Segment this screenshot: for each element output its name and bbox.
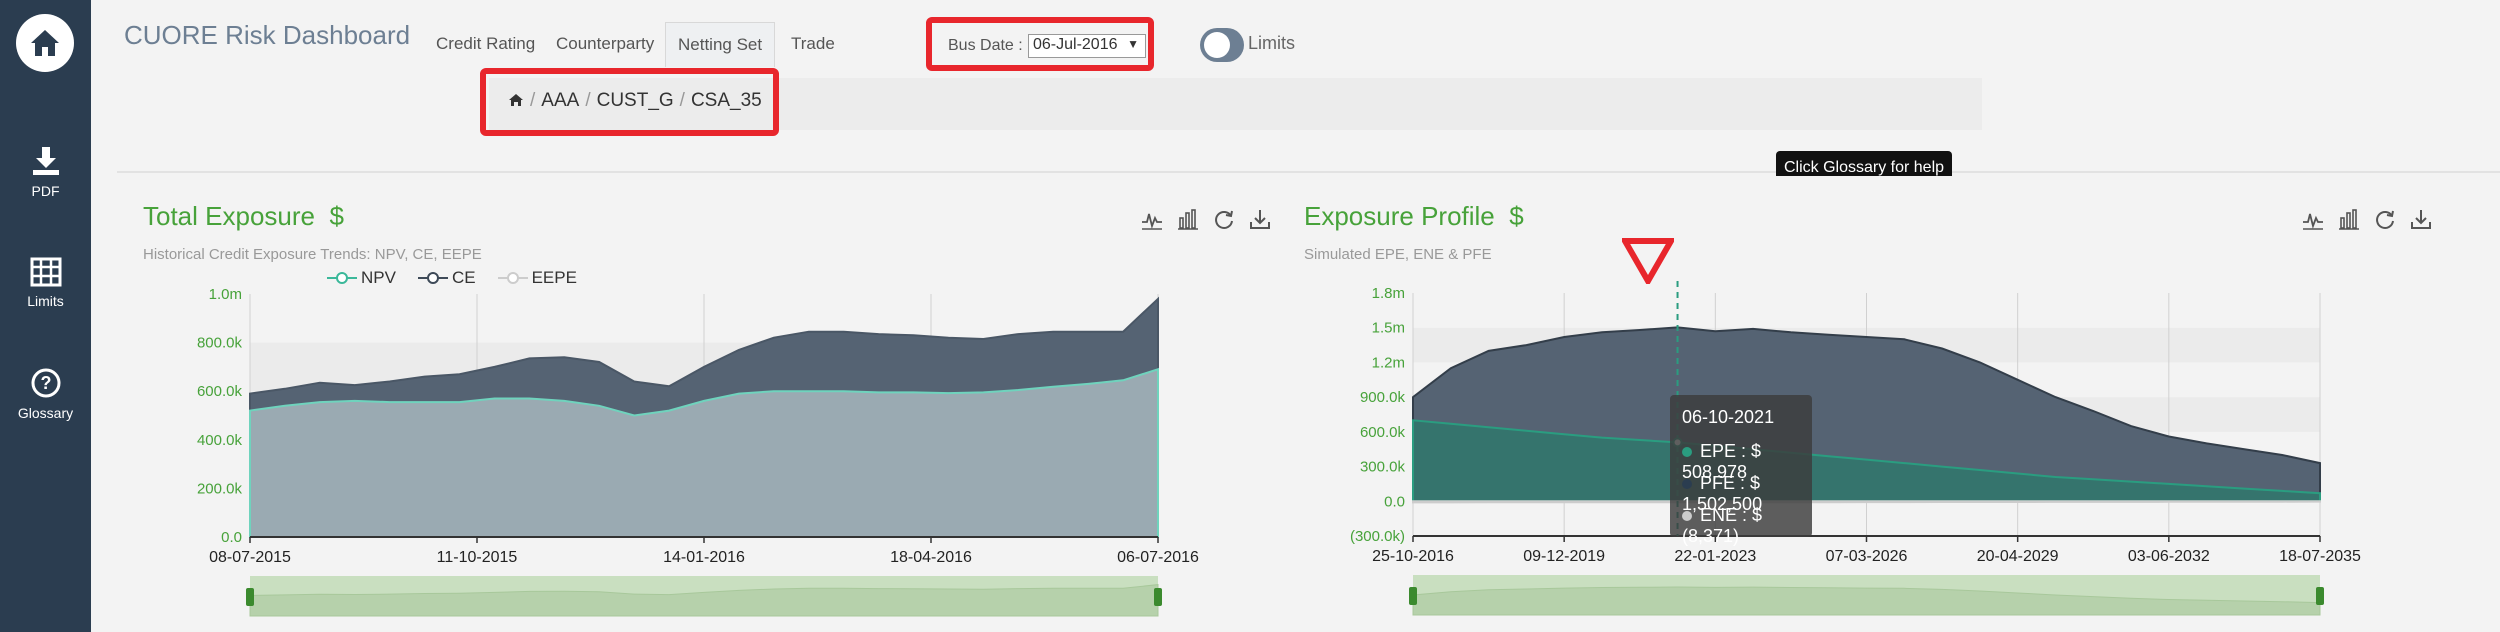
header-divider bbox=[117, 171, 2500, 173]
x-tick-label: 14-01-2016 bbox=[663, 549, 745, 566]
navigator-handle bbox=[1154, 588, 1162, 606]
x-tick-label: 09-12-2019 bbox=[1523, 548, 1605, 565]
y-tick-label: 600.0k bbox=[197, 383, 243, 400]
breadcrumb-item[interactable]: AAA bbox=[541, 90, 579, 111]
busdate-label: Bus Date : bbox=[948, 37, 1023, 54]
sidebar-item-limits[interactable]: Limits bbox=[0, 257, 91, 309]
y-tick-label: 300.0k bbox=[1360, 459, 1406, 476]
y-tick-label: 400.0k bbox=[197, 432, 243, 449]
x-tick-label: 08-07-2015 bbox=[209, 549, 291, 566]
y-tick-label: (300.0k) bbox=[1350, 528, 1405, 545]
x-tick-label: 03-06-2032 bbox=[2128, 548, 2210, 565]
data-tooltip: 06-10-2021 EPE : $ 508,978 PFE : $ 1,502… bbox=[1670, 395, 1812, 546]
busdate-value: 06-Jul-2016 bbox=[1033, 36, 1118, 53]
y-tick-label: 600.0k bbox=[1360, 424, 1406, 441]
y-tick-label: 800.0k bbox=[197, 335, 243, 352]
sidebar-item-label: PDF bbox=[31, 183, 60, 199]
breadcrumb: / AAA / CUST_G / CSA_35 bbox=[508, 90, 762, 112]
total-exposure-chart: 0.0 200.0k 400.0k 600.0k 800.0k 1.0m 08-07-201… bbox=[197, 286, 1199, 617]
sidebar-item-glossary[interactable]: ? Glossary bbox=[0, 367, 91, 421]
sidebar-item-label: Glossary bbox=[17, 405, 74, 421]
home-button[interactable] bbox=[16, 14, 74, 72]
y-tick-label: 1.2m bbox=[1372, 354, 1405, 371]
exposure-profile-chart: (300.0k) 0.0 300.0k 600.0k 900.0k 1.2m 1.5m 1.8… bbox=[1350, 281, 2361, 616]
series-area-ene bbox=[1412, 500, 2321, 504]
x-tick-label: 18-07-2035 bbox=[2279, 548, 2361, 565]
y-tick-label: 1.0m bbox=[209, 286, 242, 303]
header: CUORE Risk Dashboard Credit Rating Count… bbox=[91, 0, 2500, 170]
svg-text:?: ? bbox=[40, 373, 51, 393]
sidebar-item-pdf[interactable]: PDF bbox=[0, 145, 91, 199]
breadcrumb-highlight: / AAA / CUST_G / CSA_35 bbox=[480, 68, 779, 136]
y-tick-label: 0.0 bbox=[1384, 493, 1405, 510]
tab-netting-set[interactable]: Netting Set bbox=[665, 22, 776, 67]
x-tick-label: 22-01-2023 bbox=[1674, 548, 1756, 565]
total-exposure-panel: Total Exposure $ Historical Credit Expos… bbox=[117, 176, 1279, 632]
tab-counterparty[interactable]: Counterparty bbox=[544, 22, 666, 66]
y-tick-label: 1.5m bbox=[1372, 320, 1405, 337]
x-tick-label: 25-10-2016 bbox=[1372, 548, 1454, 565]
tooltip-date: 06-10-2021 bbox=[1682, 407, 1775, 427]
navigator-handle bbox=[246, 588, 254, 606]
x-tick-label: 06-07-2016 bbox=[1117, 549, 1199, 566]
tooltip-row-ene: ENE : $ (8,371) bbox=[1682, 505, 1763, 546]
sidebar: PDF Limits ? Glossary bbox=[0, 0, 91, 632]
x-tick-label: 18-04-2016 bbox=[890, 549, 972, 566]
x-tick-label: 07-03-2026 bbox=[1826, 548, 1908, 565]
x-tick-label: 11-10-2015 bbox=[437, 549, 518, 566]
breadcrumb-item[interactable]: CSA_35 bbox=[691, 90, 762, 111]
tab-trade[interactable]: Trade bbox=[779, 22, 847, 66]
y-tick-label: 900.0k bbox=[1360, 389, 1406, 406]
download-icon bbox=[32, 147, 59, 175]
y-tick-label: 0.0 bbox=[221, 529, 242, 546]
warning-triangle-icon bbox=[1622, 238, 1674, 284]
home-icon[interactable] bbox=[508, 93, 524, 107]
limits-toggle[interactable] bbox=[1200, 28, 1244, 62]
busdate-highlight: Bus Date : 06-Jul-2016 ▼ bbox=[926, 17, 1154, 71]
sidebar-item-label: Limits bbox=[27, 293, 64, 309]
grid-icon bbox=[30, 257, 61, 287]
limits-label: Limits bbox=[1248, 33, 1296, 53]
app-title: CUORE Risk Dashboard bbox=[124, 20, 411, 50]
busdate-select[interactable]: 06-Jul-2016 ▼ bbox=[1028, 34, 1146, 58]
chevron-down-icon: ▼ bbox=[1127, 37, 1139, 51]
tab-credit-rating[interactable]: Credit Rating bbox=[424, 22, 547, 66]
breadcrumb-item[interactable]: CUST_G bbox=[597, 90, 674, 111]
home-icon bbox=[31, 30, 59, 56]
y-tick-label: 200.0k bbox=[197, 480, 243, 497]
y-tick-label: 1.8m bbox=[1372, 285, 1405, 302]
toggle-knob bbox=[1204, 32, 1230, 58]
x-tick-label: 20-04-2029 bbox=[1977, 548, 2059, 565]
navigator-handle bbox=[1409, 587, 1417, 605]
navigator-handle bbox=[2316, 587, 2324, 605]
help-icon: ? bbox=[31, 368, 60, 398]
exposure-profile-panel: Exposure Profile $ Simulated EPE, ENE & … bbox=[1278, 176, 2440, 632]
